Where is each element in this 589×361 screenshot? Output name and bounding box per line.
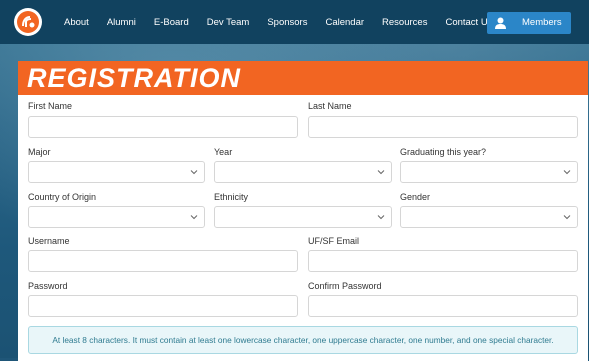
nav-link-sponsors[interactable]: Sponsors xyxy=(258,17,316,28)
gender-select[interactable] xyxy=(400,206,578,228)
nav-link-alumni[interactable]: Alumni xyxy=(98,17,145,28)
nav-link-eboard[interactable]: E-Board xyxy=(145,17,198,28)
chevron-down-icon xyxy=(190,215,198,220)
first-name-input[interactable] xyxy=(28,116,298,138)
ethnicity-select[interactable] xyxy=(214,206,392,228)
gender-label: Gender xyxy=(400,192,431,202)
confirm-password-label: Confirm Password xyxy=(308,281,382,291)
chevron-down-icon xyxy=(563,215,571,220)
top-navbar: About Alumni E-Board Dev Team Sponsors C… xyxy=(0,0,589,44)
password-requirements-hint: At least 8 characters. It must contain a… xyxy=(28,326,578,354)
graduating-select[interactable] xyxy=(400,161,578,183)
country-select[interactable] xyxy=(28,206,205,228)
chevron-down-icon xyxy=(377,170,385,175)
graduating-label: Graduating this year? xyxy=(400,147,487,157)
email-input[interactable] xyxy=(308,250,578,272)
first-name-label: First Name xyxy=(28,101,73,111)
password-label: Password xyxy=(28,281,68,291)
year-select[interactable] xyxy=(214,161,392,183)
members-button[interactable]: Members xyxy=(487,12,571,34)
nav-link-calendar[interactable]: Calendar xyxy=(316,17,373,28)
nav-link-resources[interactable]: Resources xyxy=(373,17,436,28)
country-label: Country of Origin xyxy=(28,192,97,202)
members-label: Members xyxy=(522,17,562,28)
nav-link-dev-team[interactable]: Dev Team xyxy=(198,17,259,28)
password-input[interactable] xyxy=(28,295,298,317)
chevron-down-icon xyxy=(190,170,198,175)
user-icon xyxy=(495,17,506,29)
site-logo[interactable] xyxy=(14,8,42,36)
ethnicity-label: Ethnicity xyxy=(214,192,249,202)
last-name-label: Last Name xyxy=(308,101,352,111)
year-label: Year xyxy=(214,147,233,157)
nav-links: About Alumni E-Board Dev Team Sponsors C… xyxy=(55,0,501,44)
registration-header: REGISTRATION xyxy=(18,61,588,95)
major-select[interactable] xyxy=(28,161,205,183)
chevron-down-icon xyxy=(377,215,385,220)
username-input[interactable] xyxy=(28,250,298,272)
page-title: REGISTRATION xyxy=(27,63,241,93)
email-label: UF/SF Email xyxy=(308,236,360,246)
registration-card: REGISTRATION First Name Last Name Major … xyxy=(18,61,588,361)
last-name-input[interactable] xyxy=(308,116,578,138)
logo-icon xyxy=(17,11,39,33)
confirm-password-input[interactable] xyxy=(308,295,578,317)
username-label: Username xyxy=(28,236,70,246)
nav-link-about[interactable]: About xyxy=(55,17,98,28)
major-label: Major xyxy=(28,147,51,157)
chevron-down-icon xyxy=(563,170,571,175)
